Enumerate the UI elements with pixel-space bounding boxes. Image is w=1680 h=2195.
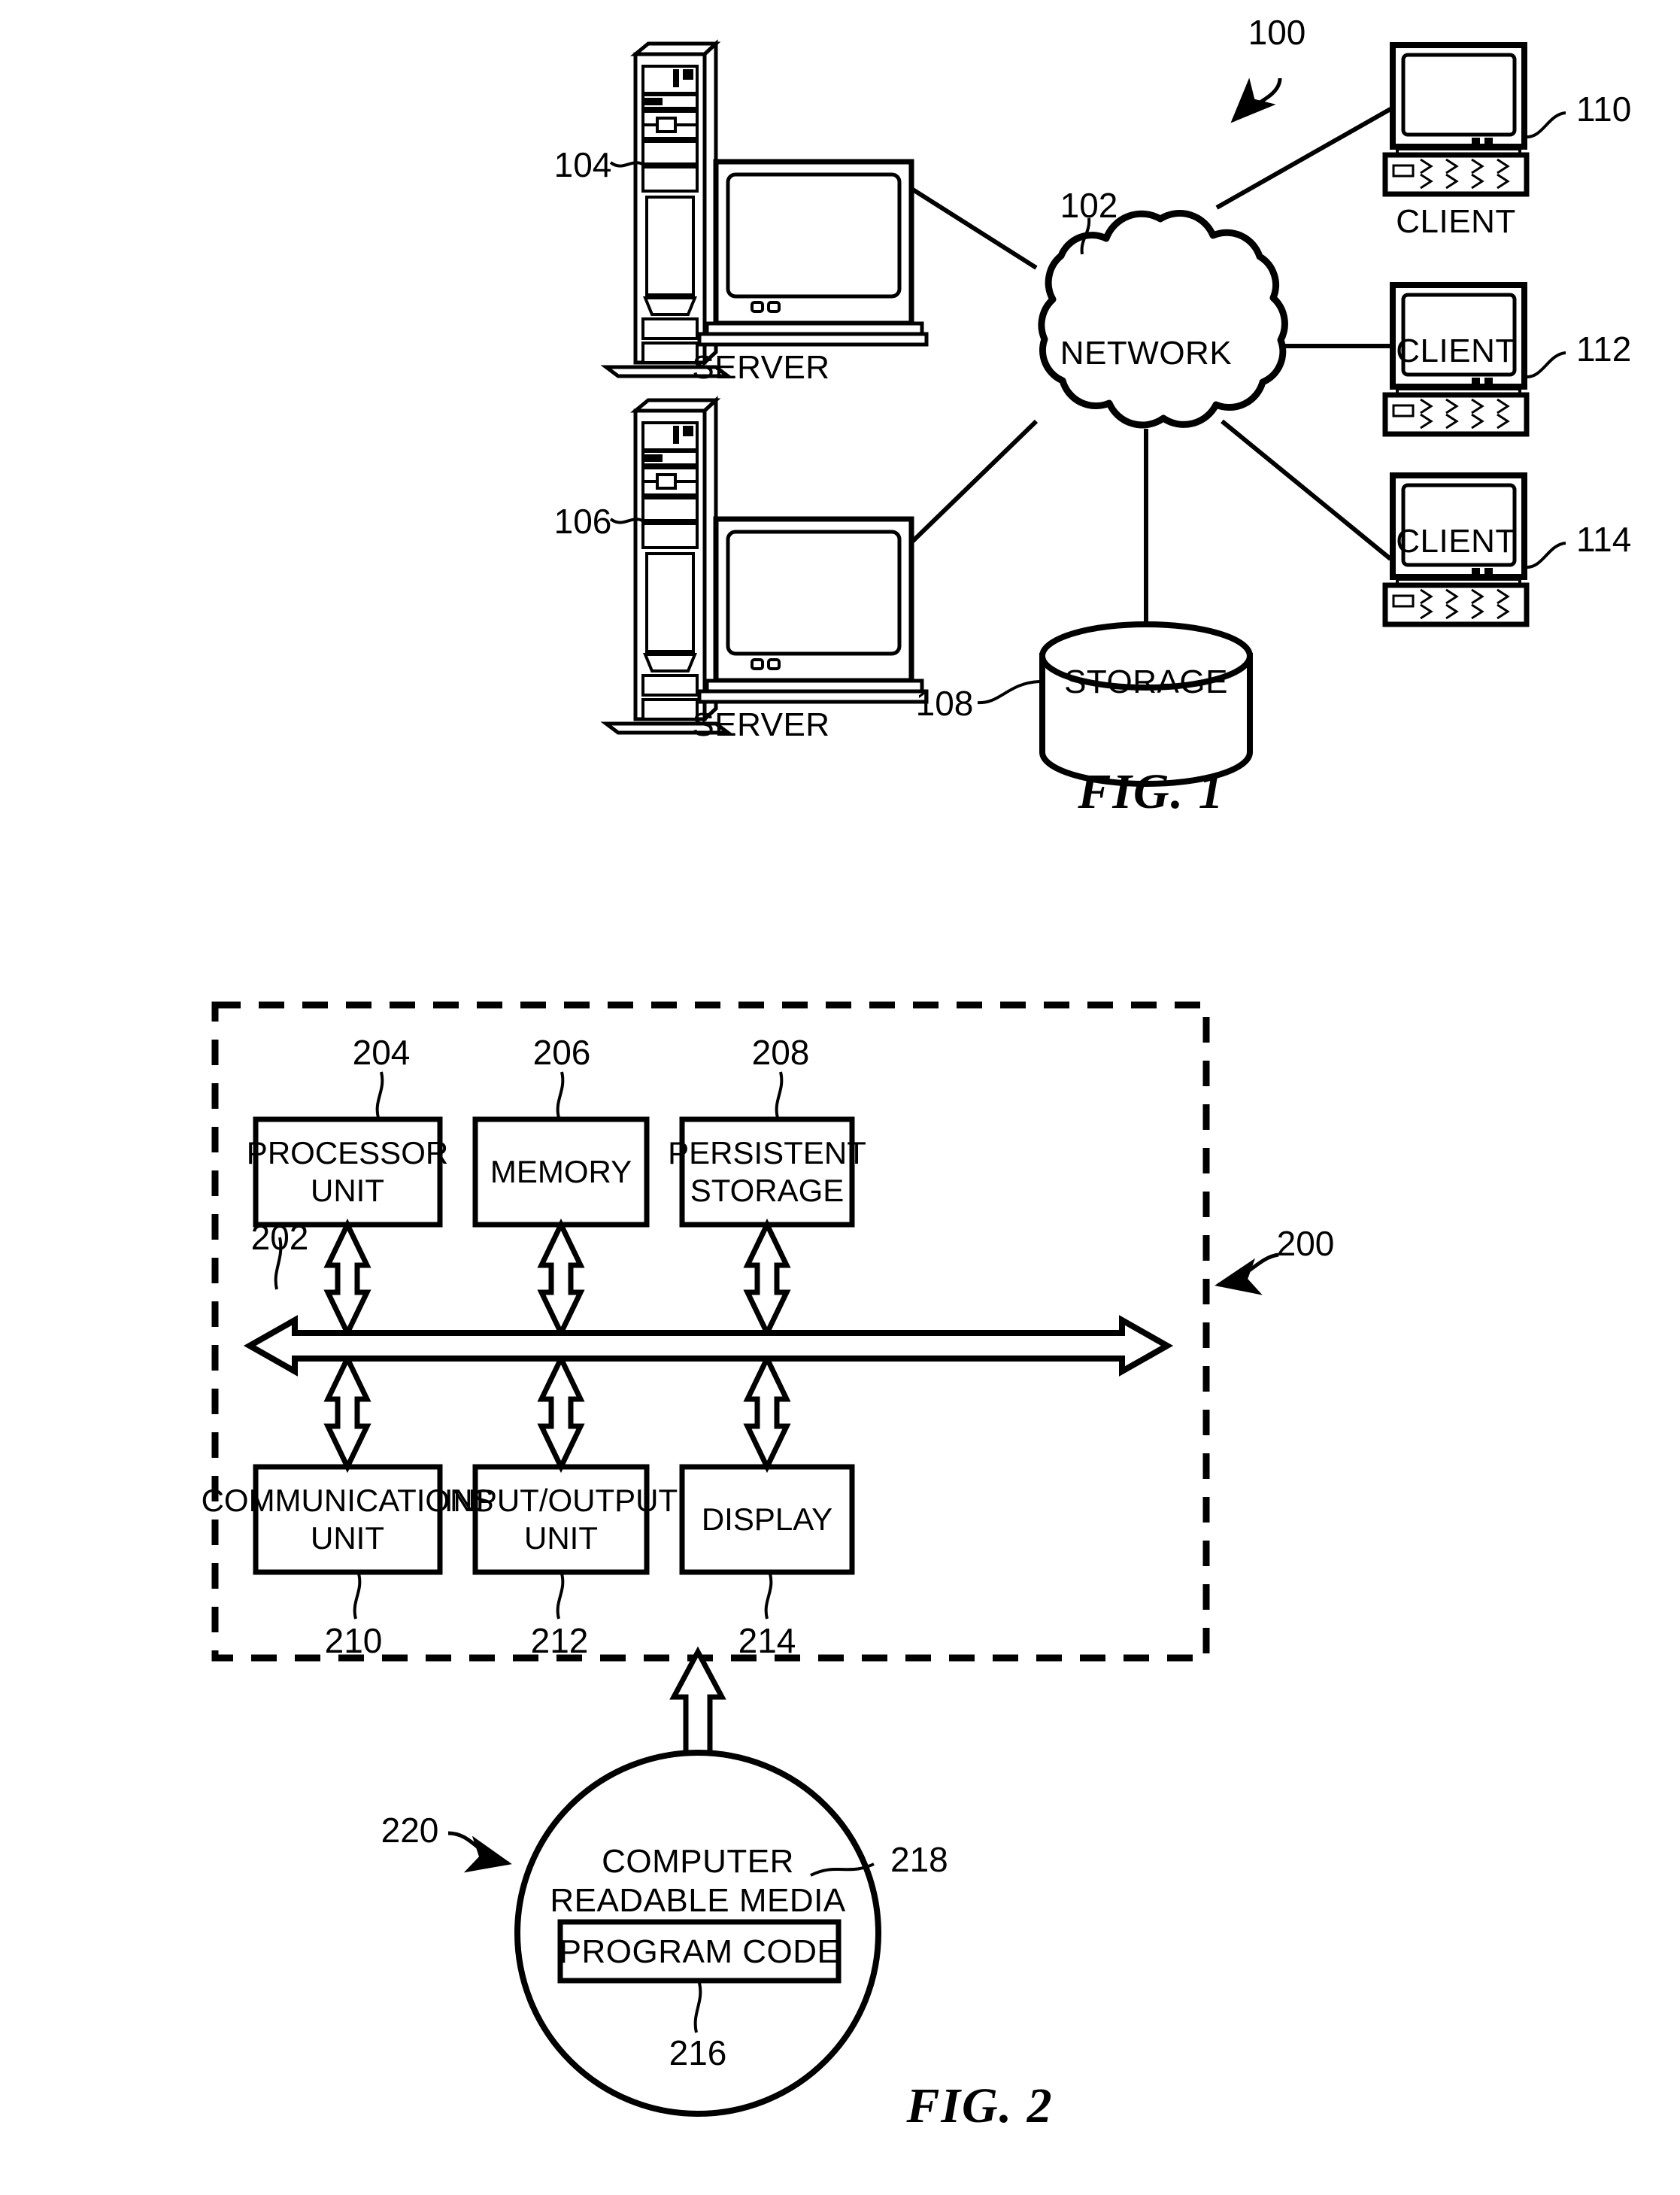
persistent-storage-label-line2: STORAGE — [690, 1173, 845, 1208]
desktop-computer-icon-110 — [1382, 42, 1530, 197]
client-114-label: CLIENT — [1396, 523, 1516, 560]
client-114-ref: 114 — [1576, 520, 1632, 559]
ref-218: 218 — [890, 1840, 948, 1879]
ref-216: 216 — [669, 2033, 727, 2072]
storage-108-leader — [977, 680, 1040, 705]
storage-label: STORAGE — [1064, 663, 1228, 700]
ref-210: 210 — [324, 1621, 383, 1660]
ref-206-leader — [556, 1071, 565, 1119]
server-106-ref: 106 — [553, 502, 612, 541]
display-label: DISPLAY — [701, 1501, 833, 1537]
ref-214-leader — [764, 1573, 773, 1620]
server-tower-icon-106 — [600, 396, 929, 735]
media-to-system-arrow — [669, 1646, 726, 1756]
input-output-unit-label-line2: UNIT — [524, 1520, 598, 1556]
client-110-label: CLIENT — [1396, 203, 1516, 240]
memory-label: MEMORY — [490, 1154, 632, 1189]
program-code-label: PROGRAM CODE — [559, 1933, 840, 1970]
media-label-line2: READABLE MEDIA — [550, 1882, 846, 1919]
ref-220-leader — [447, 1831, 512, 1873]
client-112-ref: 112 — [1576, 329, 1632, 369]
ref-212-leader — [556, 1573, 565, 1620]
client-112-leader — [1524, 351, 1566, 379]
bus-connector-arrows-top — [323, 1218, 791, 1340]
network-label: NETWORK — [1060, 335, 1233, 372]
link-network-client114 — [1221, 419, 1392, 561]
media-label-line1: COMPUTER — [602, 1843, 794, 1880]
patent-figure-sheet: 100 102 NETWORK 104 SERVER 106 SERVER 10… — [0, 0, 1680, 2195]
ref-214: 214 — [738, 1621, 796, 1660]
ref-206: 206 — [532, 1033, 591, 1072]
system-100-ref: 100 — [1248, 13, 1306, 52]
communications-unit-label-line2: UNIT — [311, 1520, 384, 1556]
input-output-unit-label-line1: INPUT/OUTPUT — [444, 1483, 678, 1518]
persistent-storage-label-line1: PERSISTENT — [668, 1135, 866, 1170]
server-104-label: SERVER — [692, 349, 830, 386]
ref-220: 220 — [381, 1811, 439, 1850]
ref-200: 200 — [1276, 1224, 1335, 1263]
client-110-ref: 110 — [1576, 90, 1632, 129]
link-network-client110 — [1215, 107, 1392, 210]
system-100-leader — [1230, 77, 1282, 123]
bus-connector-arrows-bottom — [323, 1352, 791, 1474]
system-200-leader — [1215, 1252, 1279, 1295]
ref-208: 208 — [751, 1033, 810, 1072]
figure-vector-layer — [211, 39, 1566, 2117]
ref-204: 204 — [352, 1033, 411, 1072]
client-112-label: CLIENT — [1396, 332, 1516, 369]
processor-unit-label-line1: PROCESSOR — [246, 1135, 449, 1170]
bidirectional-bus-arrow-icon — [243, 1315, 1174, 1377]
storage-108-ref: 108 — [915, 684, 974, 723]
client-110-leader — [1524, 111, 1566, 139]
database-cylinder-icon — [1039, 621, 1253, 787]
ref-210-leader — [353, 1573, 362, 1620]
network-102-ref: 102 — [1060, 186, 1118, 225]
server-106-label: SERVER — [692, 706, 830, 743]
figure-1-caption: FIG. 1 — [1078, 764, 1225, 819]
client-114-leader — [1524, 542, 1566, 569]
ref-202: 202 — [250, 1218, 309, 1257]
ref-208-leader — [775, 1071, 784, 1119]
figure-2-caption: FIG. 2 — [906, 2078, 1054, 2133]
processor-unit-label-line2: UNIT — [311, 1173, 384, 1208]
ref-212: 212 — [530, 1621, 589, 1660]
ref-204-leader — [375, 1071, 384, 1119]
cloud-icon — [1038, 210, 1288, 429]
server-tower-icon-104 — [600, 39, 929, 378]
server-104-ref: 104 — [553, 145, 612, 184]
